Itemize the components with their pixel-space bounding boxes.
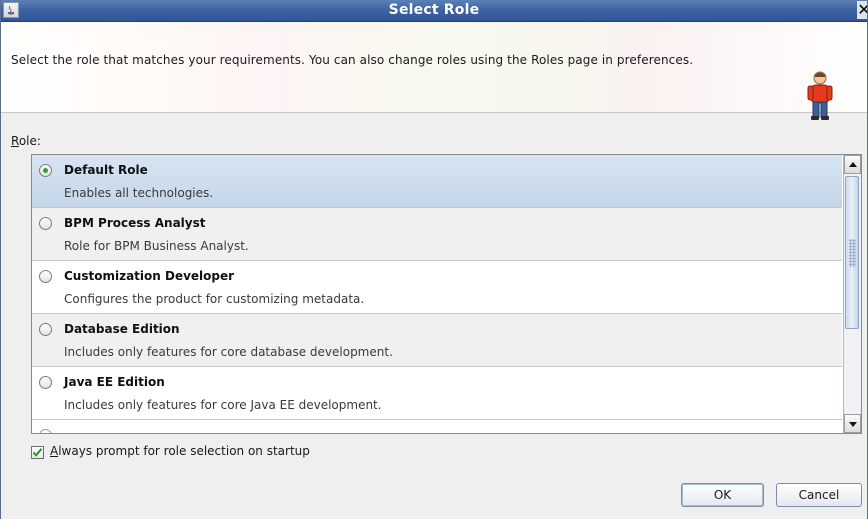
always-prompt-label[interactable]: Always prompt for role selection on star… xyxy=(50,444,310,458)
scroll-thumb[interactable] xyxy=(845,176,859,329)
always-prompt-mnemonic: A xyxy=(50,444,59,458)
role-name: BPM Process Analyst xyxy=(64,216,206,230)
dialog-title: Select Role xyxy=(388,2,480,18)
cancel-button[interactable]: Cancel xyxy=(776,483,862,507)
role-item-customization-developer[interactable]: Customization Developer Configures the p… xyxy=(32,261,842,314)
radio-customization-developer[interactable] xyxy=(39,270,52,283)
role-description: Includes only features for core database… xyxy=(64,345,393,359)
role-name: Customization Developer xyxy=(64,269,235,283)
role-list-viewport: Default Role Enables all technologies. B… xyxy=(32,155,842,433)
role-description: Enables all technologies. xyxy=(64,186,214,200)
always-prompt-checkbox[interactable] xyxy=(31,446,44,459)
role-list-scrollbar[interactable] xyxy=(843,155,861,433)
role-name: Java EE Edition xyxy=(64,375,165,389)
role-item-database-edition[interactable]: Database Edition Includes only features … xyxy=(32,314,842,367)
dialog-header: Select the role that matches your requir… xyxy=(1,22,867,120)
role-name: Default Role xyxy=(64,163,148,177)
role-description: Includes only features for core Java EE … xyxy=(64,398,382,412)
role-item-bpm-process-analyst[interactable]: BPM Process Analyst Role for BPM Busines… xyxy=(32,208,842,261)
always-prompt-text: lways prompt for role selection on start… xyxy=(58,444,310,458)
role-item-default-role[interactable]: Default Role Enables all technologies. xyxy=(32,155,842,208)
radio-selected-dot xyxy=(43,168,48,173)
arrow-down-icon xyxy=(849,422,857,427)
person-icon xyxy=(807,71,833,120)
role-name: Database Edition xyxy=(64,322,180,336)
radio-database-edition[interactable] xyxy=(39,323,52,336)
title-bar[interactable]: Select Role ✕ xyxy=(1,0,867,22)
header-instructions: Select the role that matches your requir… xyxy=(11,53,694,67)
scroll-up-button[interactable] xyxy=(844,155,861,174)
role-list[interactable]: Default Role Enables all technologies. B… xyxy=(31,154,862,434)
radio-bpm-process-analyst[interactable] xyxy=(39,217,52,230)
role-description: Role for BPM Business Analyst. xyxy=(64,239,249,253)
ok-button[interactable]: OK xyxy=(681,483,764,507)
radio-partially-visible[interactable] xyxy=(39,429,52,433)
select-role-dialog: Select Role ✕ Select the role that match… xyxy=(0,0,868,519)
checkmark-icon xyxy=(32,448,43,457)
close-icon[interactable]: ✕ xyxy=(857,1,867,19)
role-label-mnemonic: R xyxy=(11,134,19,148)
scroll-down-button[interactable] xyxy=(844,414,861,433)
radio-java-ee-edition[interactable] xyxy=(39,376,52,389)
role-label: Role: xyxy=(11,134,41,148)
role-label-text: ole: xyxy=(18,134,41,148)
role-description: Configures the product for customizing m… xyxy=(64,292,365,306)
arrow-up-icon xyxy=(849,162,857,167)
radio-default-role[interactable] xyxy=(39,164,52,177)
role-item-java-ee-edition[interactable]: Java EE Edition Includes only features f… xyxy=(32,367,842,420)
grip-icon xyxy=(849,239,856,267)
